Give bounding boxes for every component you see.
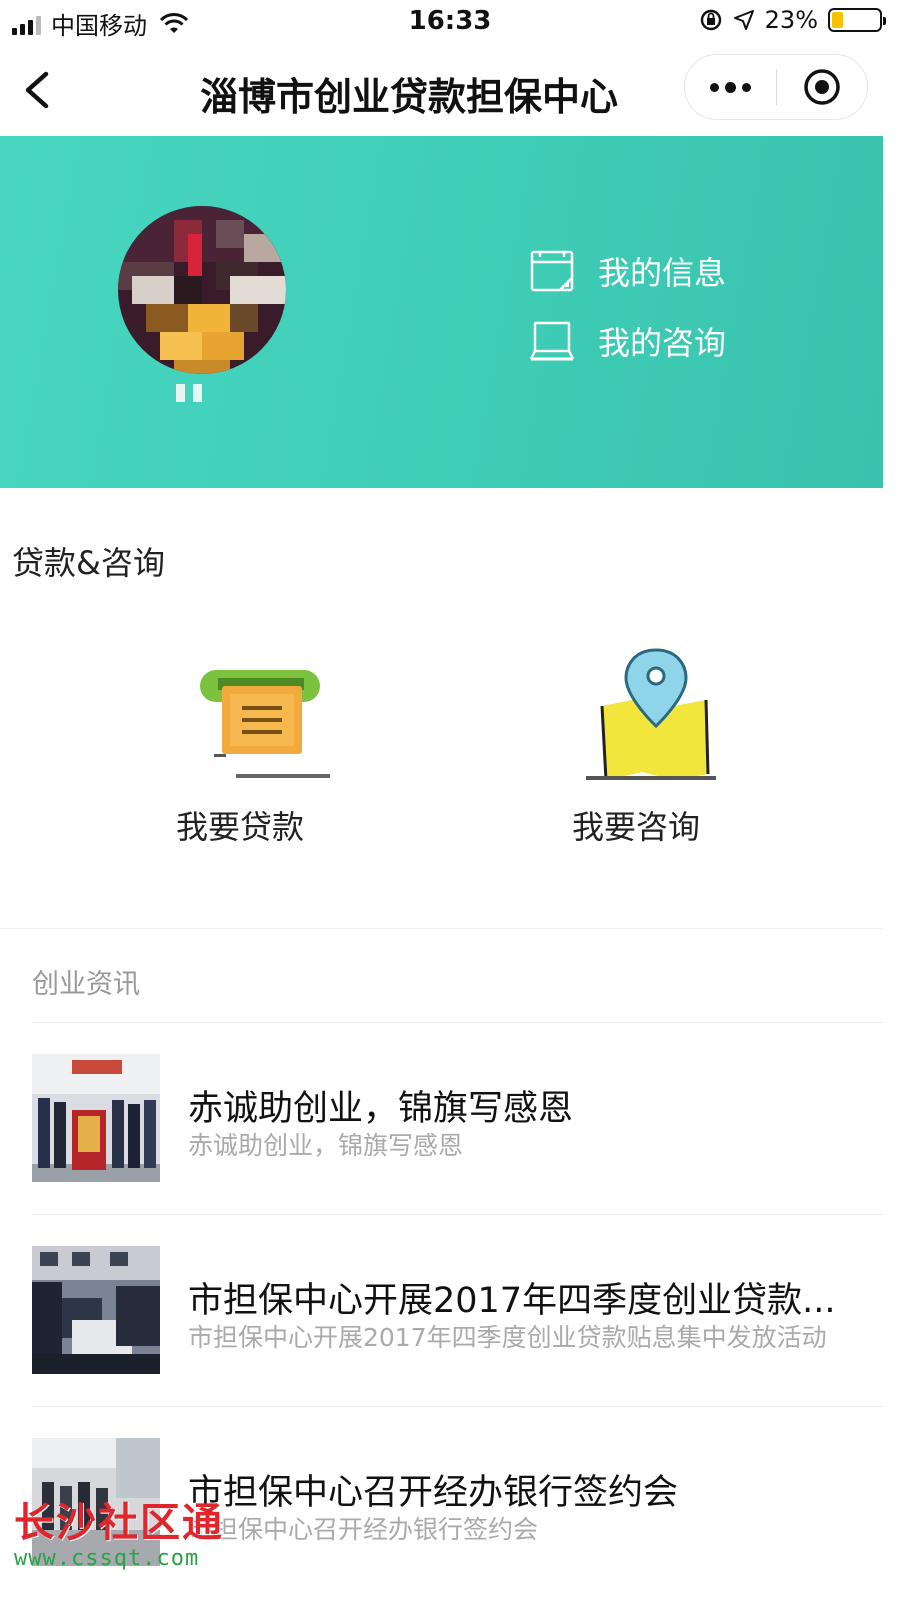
nav-bar: 淄博市创业贷款担保中心 (0, 44, 900, 136)
close-button[interactable] (777, 55, 868, 119)
page-title: 淄博市创业贷款担保中心 (200, 75, 619, 119)
news-title: 市担保中心开展2017年四季度创业贷款... (188, 1281, 836, 1321)
target-close-icon (804, 69, 840, 105)
apply-consult-button[interactable]: 我要咨询 (506, 646, 766, 848)
status-right: 23% (699, 6, 886, 34)
more-dot-icon (741, 82, 751, 92)
watermark-url: www.cssqt.com (14, 1546, 200, 1571)
status-bar: 中国移动 16:33 23% (0, 0, 900, 44)
my-consult-label: 我的咨询 (598, 324, 727, 362)
battery-icon (828, 8, 886, 32)
my-info-link[interactable]: 我的信息 (530, 248, 726, 294)
rotation-lock-icon (700, 9, 721, 31)
avatar[interactable] (118, 206, 286, 374)
profile-banner: 我的信息 我的咨询 (0, 136, 883, 488)
my-info-label: 我的信息 (598, 254, 727, 292)
back-icon[interactable] (18, 68, 58, 112)
news-section-title: 创业资讯 (32, 969, 140, 1000)
news-title: 市担保中心召开经办银行签约会 (188, 1473, 679, 1513)
news-title: 赤诚助创业，锦旗写感恩 (188, 1089, 574, 1129)
more-button[interactable] (685, 55, 776, 119)
news-summary: 市担保中心召开经办银行签约会 (188, 1515, 539, 1544)
news-item[interactable]: 市担保中心开展2017年四季度创业贷款... 市担保中心开展2017年四季度创业… (32, 1246, 883, 1406)
watermark: 长沙社区通 www.cssqt.com (14, 1490, 224, 1571)
apply-consult-label: 我要咨询 (571, 808, 700, 846)
mini-program-capsule (684, 54, 868, 120)
map-pin-icon (586, 648, 716, 781)
news-divider (32, 1022, 883, 1023)
services-section-title: 贷款&咨询 (12, 544, 165, 582)
nickname-placeholder (176, 384, 206, 402)
loan-receipt-icon (200, 670, 346, 778)
news-divider (32, 1406, 883, 1407)
news-item[interactable]: 赤诚助创业，锦旗写感恩 赤诚助创业，锦旗写感恩 (32, 1054, 883, 1214)
laptop-icon (530, 321, 574, 361)
more-dot-icon (724, 81, 736, 93)
apply-loan-label: 我要贷款 (175, 808, 304, 846)
calendar-note-icon (530, 250, 574, 292)
battery-percent: 23% (764, 6, 818, 34)
section-divider (0, 928, 883, 929)
more-dot-icon (709, 82, 719, 92)
news-thumbnail (32, 1054, 160, 1182)
news-divider (32, 1214, 883, 1215)
news-summary: 赤诚助创业，锦旗写感恩 (188, 1131, 464, 1160)
watermark-title: 长沙社区通 (14, 1500, 224, 1546)
apply-loan-button[interactable]: 我要贷款 (110, 646, 370, 848)
battery-fill (832, 12, 843, 28)
news-summary: 市担保中心开展2017年四季度创业贷款贴息集中发放活动 (188, 1323, 827, 1352)
news-thumbnail (32, 1246, 160, 1374)
location-arrow-icon (733, 10, 754, 30)
my-consult-link[interactable]: 我的咨询 (530, 318, 726, 364)
